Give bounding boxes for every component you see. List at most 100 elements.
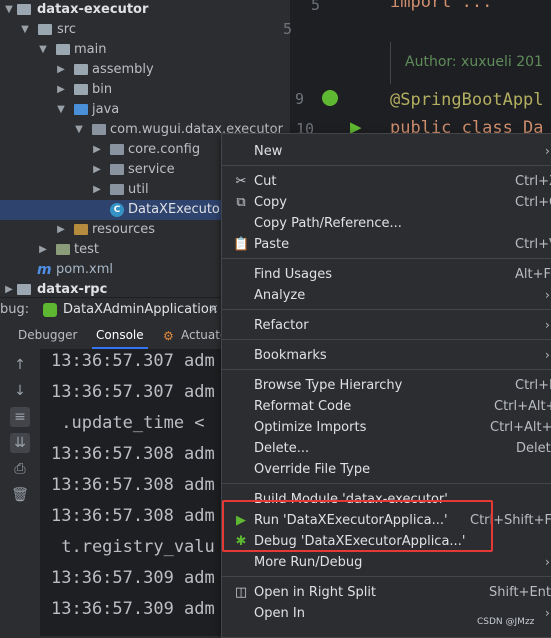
menu-item-label: Bookmarks	[254, 348, 327, 363]
watermark: CSDN @JMzz	[477, 617, 535, 627]
chevron-right-icon: ›	[545, 555, 550, 569]
menu-separator	[222, 339, 551, 340]
menu-item-more-run-debug[interactable]: More Run/Debug ›	[222, 552, 551, 573]
menu-item-label: New	[254, 144, 283, 159]
console-toolbar: ↑ ↓ ≡ ⇊ ⎙ 🗑	[0, 349, 41, 636]
menu-separator	[222, 483, 551, 484]
console-line: 13:36:57.308 adm	[51, 475, 215, 495]
chevron-down-icon[interactable]: ▼	[4, 0, 14, 20]
folder-icon	[74, 64, 88, 75]
menu-item-refactor[interactable]: Refactor ›	[222, 315, 551, 336]
menu-separator	[222, 258, 551, 259]
console-line: 13:36:57.308 adm	[51, 444, 215, 464]
tree-label: service	[128, 162, 175, 177]
chevron-right-icon: ›	[545, 144, 550, 158]
menu-item-label: Copy	[254, 195, 287, 210]
menu-separator	[222, 309, 551, 310]
tree-label: datax-executor	[37, 2, 149, 17]
arrow-up-icon[interactable]: ↑	[10, 355, 30, 375]
folder-icon	[38, 24, 52, 35]
tree-label: core.config	[128, 142, 201, 157]
line-number: 9	[294, 90, 304, 108]
actuator-icon: ⚙	[163, 329, 174, 343]
debug-config-tab[interactable]: DataXAdminApplication	[63, 298, 217, 322]
scroll-to-end-icon[interactable]: ⇊	[10, 433, 30, 453]
line-number: 5	[282, 20, 292, 38]
close-icon[interactable]: ×	[208, 298, 219, 322]
chevron-down-icon[interactable]: ▼	[74, 120, 84, 140]
menu-item-label: Find Usages	[254, 267, 333, 282]
menu-item-label: More Run/Debug	[254, 555, 363, 570]
menu-item-optimize-imports[interactable]: Optimize Imports Ctrl+Alt+O	[222, 417, 551, 438]
menu-item-bookmarks[interactable]: Bookmarks ›	[222, 345, 551, 366]
folder-icon	[56, 244, 70, 255]
chevron-right-icon: ›	[545, 348, 550, 362]
menu-item-browse-hierarchy[interactable]: Browse Type Hierarchy Ctrl+H	[222, 375, 551, 396]
tree-item-datax-executor[interactable]: ▼ datax-executor	[0, 0, 290, 20]
menu-shortcut: Ctrl+Alt+O	[490, 420, 551, 435]
menu-item-open-right-split[interactable]: ◫ Open in Right Split Shift+Enter	[222, 582, 551, 603]
package-icon	[92, 124, 106, 135]
line-number: 5	[310, 0, 320, 14]
chevron-right-icon[interactable]: ▶	[92, 160, 102, 180]
console-line: 13:36:57.309 adm	[51, 599, 215, 619]
chevron-down-icon[interactable]: ▼	[20, 20, 30, 40]
menu-shortcut: Ctrl+C	[515, 195, 551, 210]
menu-item-analyze[interactable]: Analyze ›	[222, 285, 551, 306]
tab-console[interactable]: Console	[92, 321, 148, 349]
module-folder-icon	[17, 284, 31, 295]
chevron-right-icon[interactable]: ▶	[4, 280, 14, 297]
print-icon[interactable]: ⎙	[10, 459, 30, 479]
console-line: 13:36:57.309 adm	[51, 568, 215, 588]
chevron-right-icon[interactable]: ▶	[92, 180, 102, 200]
chevron-right-icon[interactable]: ▶	[92, 140, 102, 160]
menu-item-label: Analyze	[254, 288, 306, 303]
tree-item-src[interactable]: ▼ src	[0, 20, 290, 40]
chevron-right-icon[interactable]: ▶	[56, 80, 66, 100]
menu-item-find-usages[interactable]: Find Usages Alt+F7	[222, 264, 551, 285]
console-line: 13:36:57.307 adm	[51, 382, 215, 402]
menu-item-override-file-type[interactable]: Override File Type	[222, 459, 551, 480]
package-icon	[110, 184, 124, 195]
tree-item-main[interactable]: ▼ main	[0, 40, 290, 60]
module-folder-icon	[17, 4, 31, 15]
tree-label: bin	[92, 82, 113, 97]
menu-item-label: Reformat Code	[254, 399, 352, 414]
tree-label: pom.xml	[56, 262, 113, 277]
tree-label: DataXExecutorA	[128, 202, 235, 217]
menu-shortcut: Shift+Enter	[489, 585, 551, 600]
trash-icon[interactable]: 🗑	[10, 485, 30, 505]
chevron-down-icon[interactable]: ▼	[56, 100, 66, 120]
chevron-right-icon[interactable]: ▶	[38, 240, 48, 260]
menu-item-label: Browse Type Hierarchy	[254, 378, 403, 393]
soft-wrap-icon[interactable]: ≡	[10, 407, 30, 427]
menu-item-label: Optimize Imports	[254, 420, 367, 435]
tree-item-bin[interactable]: ▶ bin	[0, 80, 290, 100]
chevron-right-icon[interactable]: ▶	[56, 220, 66, 240]
menu-item-new[interactable]: New ›	[222, 141, 551, 162]
menu-separator	[222, 369, 551, 370]
tree-label: datax-rpc	[37, 282, 108, 297]
import-fold[interactable]: import ...	[390, 0, 492, 12]
menu-item-reformat[interactable]: Reformat Code Ctrl+Alt+L	[222, 396, 551, 417]
arrow-down-icon[interactable]: ↓	[10, 381, 30, 401]
menu-item-paste[interactable]: 📋 Paste Ctrl+V	[222, 234, 551, 255]
chevron-right-icon[interactable]: ▶	[56, 60, 66, 80]
tree-item-assembly[interactable]: ▶ assembly	[0, 60, 290, 80]
console-line: 13:36:57.308 adm	[51, 506, 215, 526]
menu-item-delete[interactable]: Delete... Delete	[222, 438, 551, 459]
tree-label: java	[92, 102, 120, 117]
menu-item-cut[interactable]: ✂ Cut Ctrl+X	[222, 171, 551, 192]
menu-separator	[222, 165, 551, 166]
spring-bean-icon[interactable]	[322, 90, 338, 106]
tree-item-java[interactable]: ▼ java	[0, 100, 290, 120]
menu-item-label: Override File Type	[254, 462, 371, 477]
menu-item-copy[interactable]: ⧉ Copy Ctrl+C	[222, 192, 551, 213]
menu-item-copy-path[interactable]: Copy Path/Reference...	[222, 213, 551, 234]
menu-shortcut: Ctrl+X	[515, 174, 551, 189]
chevron-down-icon[interactable]: ▼	[38, 40, 48, 60]
tab-debugger[interactable]: Debugger	[18, 321, 77, 349]
tree-label: main	[74, 42, 107, 57]
menu-shortcut: Ctrl+V	[515, 237, 551, 252]
resources-folder-icon	[74, 224, 88, 235]
